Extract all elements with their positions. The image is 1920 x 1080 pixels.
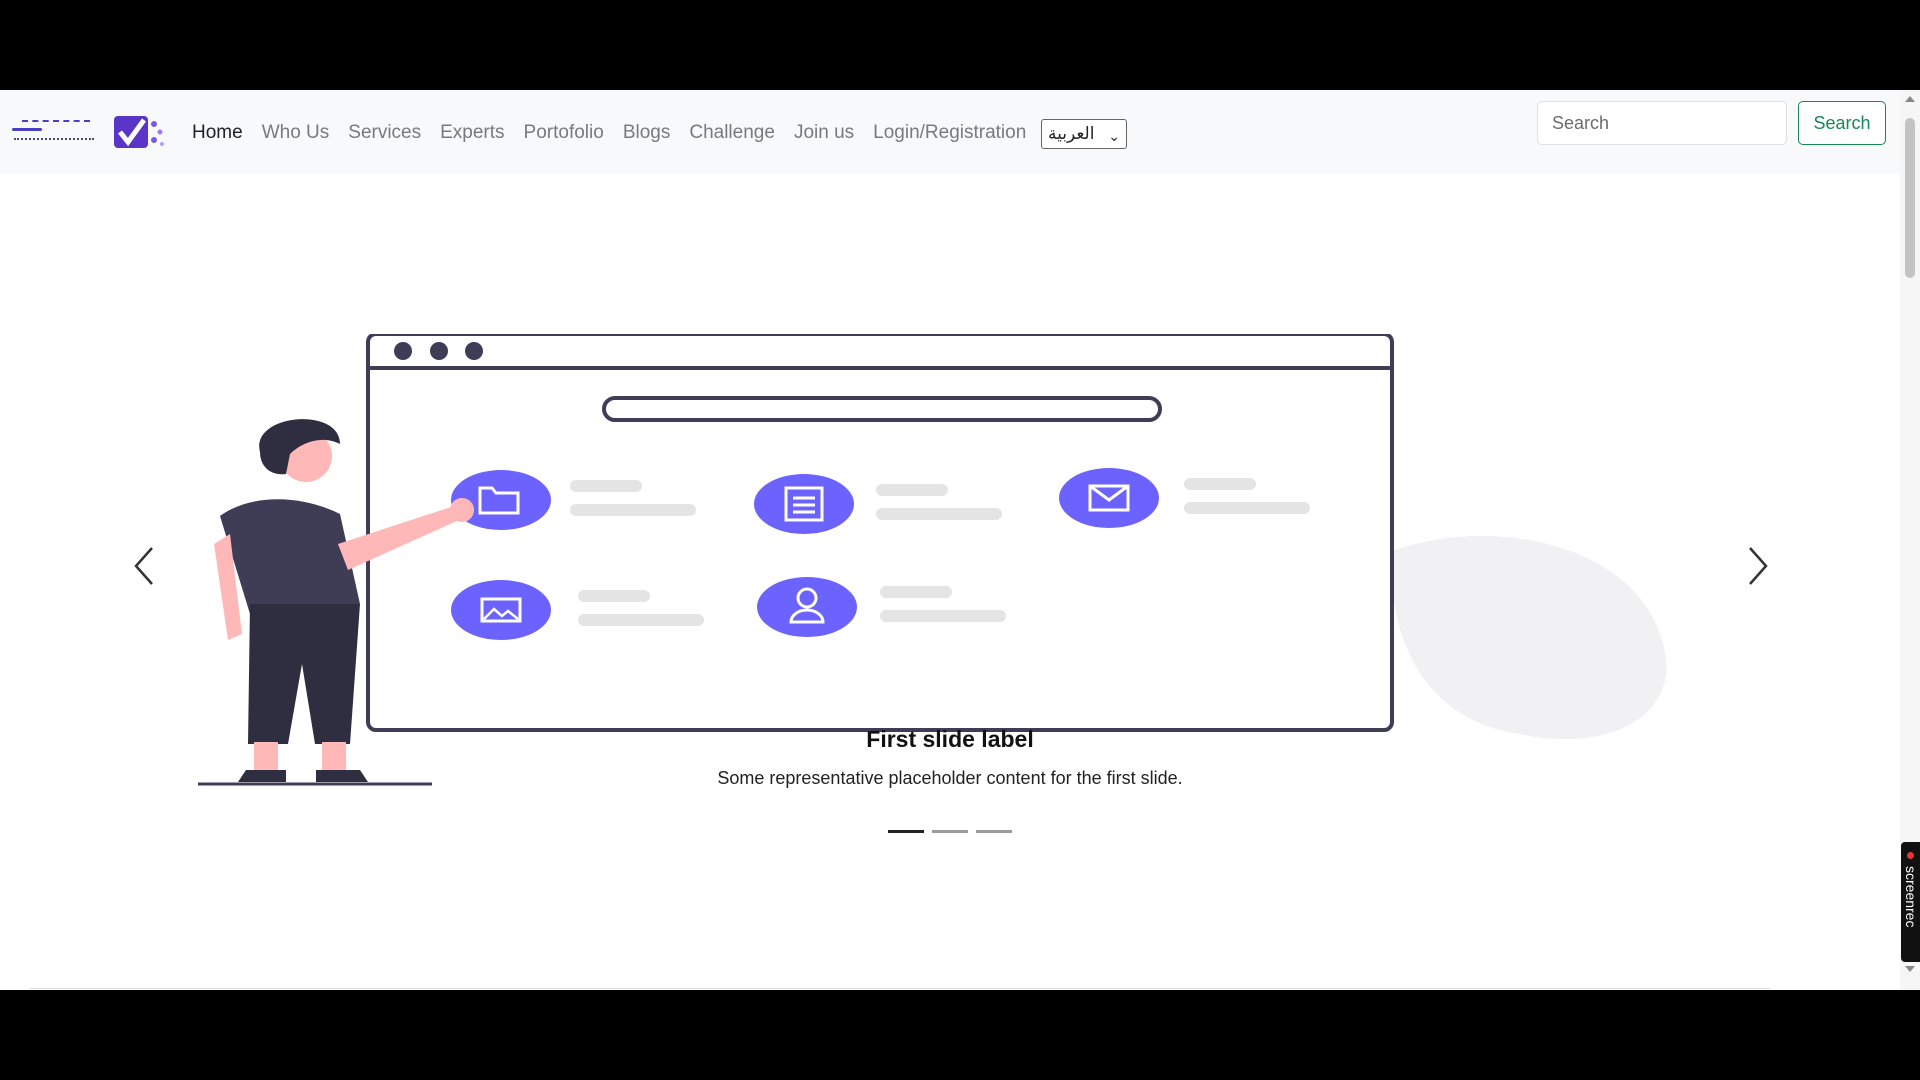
slide-illustration: [198, 334, 1667, 786]
language-select[interactable]: العربية ⌄: [1041, 119, 1127, 149]
carousel-indicator-2[interactable]: [932, 830, 968, 833]
nav-experts[interactable]: Experts: [440, 120, 504, 146]
page-divider: [30, 988, 1770, 989]
nav-portofolio[interactable]: Portofolio: [524, 120, 604, 146]
navbar: Home Who Us Services Experts Portofolio …: [0, 90, 1900, 174]
screen-recorder-badge[interactable]: screenrec: [1901, 842, 1920, 962]
brand-icon: [114, 116, 164, 148]
brand-logo[interactable]: [12, 112, 166, 154]
carousel-next-button[interactable]: [1738, 536, 1778, 596]
leaf-decoration: [1390, 535, 1667, 740]
carousel-indicator-1[interactable]: [888, 830, 924, 833]
slide-label: First slide label: [866, 726, 1034, 752]
browser-viewport: Home Who Us Services Experts Portofolio …: [0, 90, 1920, 990]
search-button[interactable]: Search: [1798, 101, 1886, 145]
chevron-left-icon: [134, 547, 153, 585]
letterbox-top: [0, 0, 1920, 90]
nav-join-us[interactable]: Join us: [794, 120, 854, 146]
nav-who-us[interactable]: Who Us: [262, 120, 330, 146]
carousel-prev-button[interactable]: [124, 536, 164, 596]
nav-links: Home Who Us Services Experts Portofolio …: [192, 120, 1045, 146]
record-dot-icon: [1907, 852, 1914, 859]
chevron-right-icon: [1749, 547, 1768, 585]
letterbox-bottom: [0, 990, 1920, 1080]
scroll-up-icon[interactable]: [1905, 96, 1915, 102]
nav-login-registration[interactable]: Login/Registration: [873, 120, 1026, 146]
nav-blogs[interactable]: Blogs: [623, 120, 671, 146]
carousel-indicators: [888, 830, 1012, 833]
hero-carousel: First slide label Some representative pl…: [0, 174, 1900, 990]
scroll-down-icon[interactable]: [1905, 966, 1915, 972]
scroll-thumb[interactable]: [1905, 118, 1915, 278]
nav-challenge[interactable]: Challenge: [689, 120, 775, 146]
carousel-indicator-3[interactable]: [976, 830, 1012, 833]
nav-home[interactable]: Home: [192, 120, 243, 146]
browser-mockup: [366, 334, 1394, 732]
brand-wordmark: [12, 118, 96, 148]
slide-caption: Some representative placeholder content …: [717, 768, 1183, 788]
search-input[interactable]: [1537, 101, 1787, 145]
chevron-down-icon: ⌄: [1108, 129, 1120, 145]
nav-services[interactable]: Services: [348, 120, 421, 146]
language-selected: العربية: [1048, 124, 1095, 144]
recorder-label: screenrec: [1903, 866, 1919, 928]
